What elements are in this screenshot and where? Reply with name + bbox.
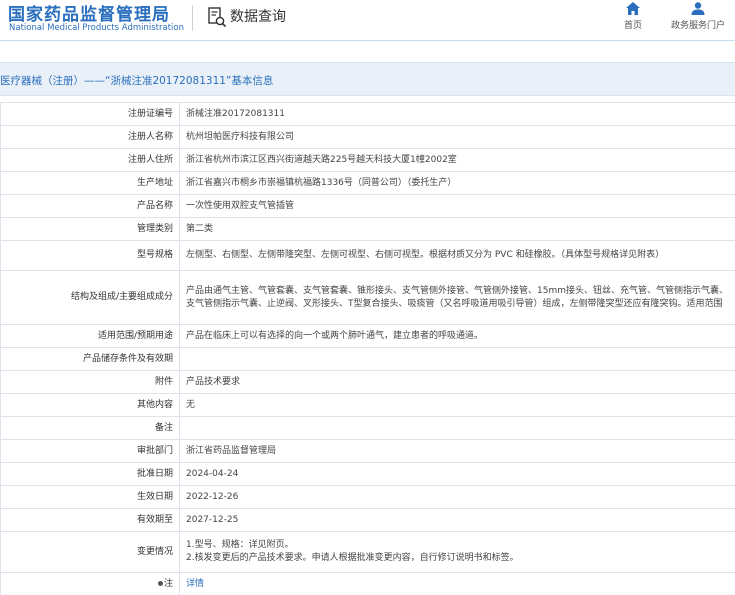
- field-label: 注册人名称: [0, 125, 180, 149]
- field-value: 浙江省嘉兴市桐乡市崇福镇杭福路1336号（同普公司）（委托生产）: [179, 171, 735, 195]
- table-row: 生效日期 2022-12-26: [0, 485, 735, 509]
- field-label: 批准日期: [0, 462, 180, 486]
- note-label: 注: [163, 578, 173, 589]
- field-value: 杭州坦帕医疗科技有限公司: [179, 125, 735, 149]
- table-row: 其他内容 无: [0, 393, 735, 417]
- field-label: 产品名称: [0, 194, 180, 218]
- record-title-bar: 医疗器械（注册）——“浙械注准20172081311”基本信息: [0, 62, 735, 96]
- field-value: 浙江省杭州市滨江区西兴街道越天路225号越天科技大厦1幢2002室: [179, 148, 735, 172]
- field-label: 备注: [0, 416, 180, 440]
- site-logo-chinese[interactable]: 国家药品监督管理局: [8, 0, 170, 25]
- field-value: 1.型号、规格：详见附页。 2.核发变更后的产品技术要求。申请人根据批准变更内容…: [179, 531, 735, 573]
- field-value: [179, 416, 735, 440]
- field-label: 有效期至: [0, 508, 180, 532]
- site-header: 国家药品监督管理局 National Medical Products Admi…: [0, 0, 735, 40]
- header-divider: [192, 5, 193, 31]
- table-row: 审批部门 浙江省药品监督管理局: [0, 439, 735, 463]
- bullet-icon: [157, 580, 163, 586]
- field-value: 产品在临床上可以有选择的向一个或两个肺叶通气，建立患者的呼吸通道。: [179, 324, 735, 348]
- nav-portal-label: 政务服务门户: [670, 21, 725, 31]
- field-label: 型号规格: [0, 240, 180, 271]
- change-line-1: 1.型号、规格：详见附页。: [186, 540, 294, 550]
- field-label: 附件: [0, 370, 180, 394]
- table-row: 注册证编号 浙械注准20172081311: [0, 102, 735, 126]
- field-label: 注册人住所: [0, 148, 180, 172]
- field-value: 2022-12-26: [179, 485, 735, 509]
- table-row: 变更情况 1.型号、规格：详见附页。 2.核发变更后的产品技术要求。申请人根据批…: [0, 531, 735, 573]
- user-icon: [691, 2, 705, 15]
- table-row: 产品储存条件及有效期: [0, 347, 735, 371]
- home-icon: [626, 2, 640, 15]
- field-label: 生效日期: [0, 485, 180, 509]
- table-row: 注册人住所 浙江省杭州市滨江区西兴街道越天路225号越天科技大厦1幢2002室: [0, 148, 735, 172]
- field-label: 变更情况: [0, 531, 180, 573]
- table-row: 管理类别 第二类: [0, 217, 735, 241]
- nav-home[interactable]: 首页: [616, 2, 650, 31]
- table-row: 产品名称 一次性使用双腔支气管插管: [0, 194, 735, 218]
- field-value: 无: [179, 393, 735, 417]
- table-row: 型号规格 左侧型、右侧型、左侧带隆突型、左侧可视型、右侧可视型。根据材质又分为 …: [0, 240, 735, 271]
- field-value: 详情: [179, 572, 735, 595]
- field-label: 其他内容: [0, 393, 180, 417]
- data-search-icon: [208, 7, 227, 28]
- nav-service-portal[interactable]: 政务服务门户: [665, 2, 731, 31]
- field-label: 产品储存条件及有效期: [0, 347, 180, 371]
- nav-home-label: 首页: [623, 21, 642, 31]
- field-value: 第二类: [179, 217, 735, 241]
- table-row: 适用范围/预期用途 产品在临床上可以有选择的向一个或两个肺叶通气，建立患者的呼吸…: [0, 324, 735, 348]
- field-label: 管理类别: [0, 217, 180, 241]
- field-label: 生产地址: [0, 171, 180, 195]
- field-value: 浙江省药品监督管理局: [179, 439, 735, 463]
- field-value: 2024-04-24: [179, 462, 735, 486]
- field-label: 审批部门: [0, 439, 180, 463]
- table-row: 附件 产品技术要求: [0, 370, 735, 394]
- table-row: 有效期至 2027-12-25: [0, 508, 735, 532]
- site-logo-english[interactable]: National Medical Products Administration: [9, 23, 184, 33]
- field-value: [179, 347, 735, 371]
- page-title: 医疗器械（注册）——“浙械注准20172081311”基本信息: [0, 75, 274, 87]
- field-label: 注: [0, 572, 180, 595]
- field-value: 左侧型、右侧型、左侧带隆突型、左侧可视型、右侧可视型。根据材质又分为 PVC 和…: [179, 240, 735, 271]
- table-row: 注 详情: [0, 572, 735, 595]
- change-line-2: 2.核发变更后的产品技术要求。申请人根据批准变更内容，自行修订说明书和标签。: [186, 553, 519, 563]
- field-label: 注册证编号: [0, 102, 180, 126]
- data-query-title[interactable]: 数据查询: [230, 6, 286, 26]
- field-label: 适用范围/预期用途: [0, 324, 180, 348]
- field-label: 结构及组成/主要组成成分: [0, 270, 180, 325]
- field-value: 浙械注准20172081311: [179, 102, 735, 126]
- table-row: 批准日期 2024-04-24: [0, 462, 735, 486]
- table-row: 备注: [0, 416, 735, 440]
- registration-info-table: 注册证编号 浙械注准20172081311 注册人名称 杭州坦帕医疗科技有限公司…: [0, 102, 735, 595]
- field-value: 一次性使用双腔支气管插管: [179, 194, 735, 218]
- table-row: 生产地址 浙江省嘉兴市桐乡市崇福镇杭福路1336号（同普公司）（委托生产）: [0, 171, 735, 195]
- header-border: [0, 40, 735, 41]
- table-row: 注册人名称 杭州坦帕医疗科技有限公司: [0, 125, 735, 149]
- field-value: 产品技术要求: [179, 370, 735, 394]
- details-link[interactable]: 详情: [186, 579, 204, 589]
- field-value: 产品由通气主管、气管套囊、支气管套囊、锥形接头、支气管侧外接管、气管侧外接管、1…: [179, 270, 735, 325]
- field-value: 2027-12-25: [179, 508, 735, 532]
- table-row: 结构及组成/主要组成成分 产品由通气主管、气管套囊、支气管套囊、锥形接头、支气管…: [0, 270, 735, 325]
